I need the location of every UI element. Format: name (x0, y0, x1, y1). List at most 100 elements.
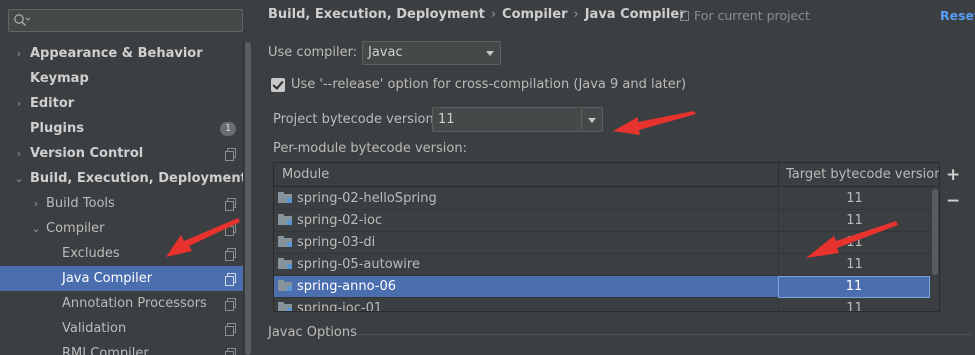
module-folder-icon (278, 236, 292, 247)
breadcrumb-item: Java Compiler (584, 7, 686, 22)
sidebar-item-label: RMI Compiler (62, 346, 149, 355)
sidebar-item-rmi-compiler[interactable]: RMI Compiler (0, 341, 243, 355)
module-cell: spring-ioc-01 (278, 298, 383, 312)
module-cell: spring-anno-06 (278, 276, 396, 298)
project-scope-icon (680, 11, 689, 21)
sidebar-item-editor[interactable]: › Editor (0, 91, 243, 116)
plugin-updates-badge: 1 (220, 122, 236, 136)
sidebar-item-label: Version Control (30, 146, 144, 161)
release-option-label[interactable]: Use '--release' option for cross-compila… (291, 77, 686, 92)
table-row[interactable]: spring-ioc-01 11 (274, 298, 930, 312)
target-version-cell-editing[interactable]: 11 (778, 276, 930, 298)
sidebar-item-build-execution-deployment[interactable]: ⌄ Build, Execution, Deployment (0, 166, 246, 191)
use-compiler-value: Javac (368, 45, 403, 60)
settings-search-input[interactable] (8, 9, 243, 32)
use-compiler-dropdown[interactable]: Javac (362, 41, 501, 65)
module-name: spring-anno-06 (297, 279, 397, 294)
module-cell: spring-02-ioc (278, 210, 382, 232)
chevron-down-icon[interactable]: ⌄ (30, 216, 42, 241)
module-name: spring-03-di (297, 235, 376, 250)
target-version-cell[interactable]: 11 (778, 210, 930, 232)
module-cell: spring-02-helloSpring (278, 188, 437, 210)
sidebar-item-excludes[interactable]: Excludes (0, 241, 243, 266)
sidebar-item-label: Plugins (30, 121, 84, 136)
project-scope-icon (225, 298, 236, 311)
sidebar-item-build-tools[interactable]: › Build Tools (0, 191, 243, 216)
sidebar-item-label: Build Tools (46, 196, 115, 211)
section-divider (356, 334, 972, 335)
sidebar-item-plugins[interactable]: Plugins 1 (0, 116, 243, 141)
project-scope-icon (225, 223, 236, 236)
dropdown-divider (581, 109, 582, 130)
module-bytecode-table: Module Target bytecode version spring-02… (273, 162, 940, 312)
chevron-down-icon (486, 51, 494, 56)
project-scope-icon (225, 323, 236, 336)
add-module-button[interactable]: + (946, 167, 960, 184)
table-row[interactable]: spring-05-autowire 11 (274, 254, 930, 276)
sidebar-item-annotation-processors[interactable]: Annotation Processors (0, 291, 243, 316)
project-bytecode-value: 11 (438, 112, 455, 127)
search-icon (14, 14, 31, 26)
chevron-down-icon (588, 117, 596, 123)
scrollbar-thumb[interactable] (932, 189, 938, 275)
javac-options-title: Javac Options (268, 325, 357, 340)
breadcrumb-item[interactable]: Build, Execution, Deployment (268, 7, 485, 22)
module-cell: spring-05-autowire (278, 254, 420, 276)
module-folder-icon (278, 280, 292, 291)
chevron-down-icon[interactable]: ⌄ (13, 166, 25, 191)
sidebar-item-version-control[interactable]: › Version Control (0, 141, 243, 166)
module-folder-icon (278, 258, 292, 269)
target-version-cell[interactable]: 11 (778, 298, 930, 311)
module-name: spring-02-ioc (297, 213, 383, 228)
project-scope-icon (225, 348, 236, 355)
sidebar-item-label: Compiler (46, 221, 105, 236)
java-compiler-settings-panel: Build, Execution, Deployment › Compiler › Ja… (252, 0, 975, 355)
project-scope-icon (225, 148, 236, 161)
sidebar-item-label: Editor (30, 96, 75, 111)
project-bytecode-label: Project bytecode version: (273, 112, 439, 127)
module-folder-icon (278, 302, 292, 311)
per-module-label: Per-module bytecode version: (273, 141, 467, 156)
target-version-cell[interactable]: 11 (778, 232, 930, 254)
chevron-right-icon[interactable]: › (30, 191, 42, 216)
project-scope-icon (225, 198, 236, 211)
sidebar-item-compiler[interactable]: ⌄ Compiler (0, 216, 243, 241)
sidebar-item-appearance-behavior[interactable]: › Appearance & Behavior (0, 41, 243, 66)
module-name: spring-05-autowire (297, 257, 420, 272)
scrollbar-thumb[interactable] (245, 42, 251, 355)
table-row-selected[interactable]: spring-anno-06 11 (274, 276, 930, 298)
sidebar-item-java-compiler[interactable]: Java Compiler (0, 266, 251, 291)
module-name: spring-ioc-01 (297, 301, 383, 312)
chevron-right-icon[interactable]: › (13, 91, 25, 116)
sidebar-item-label: Validation (62, 321, 127, 336)
table-row[interactable]: spring-02-ioc 11 (274, 210, 930, 232)
breadcrumb-item[interactable]: Compiler (502, 7, 567, 22)
breadcrumb-separator: › (573, 7, 579, 22)
sidebar-item-label: Java Compiler (62, 271, 153, 286)
sidebar-scrollbar[interactable] (243, 40, 251, 355)
breadcrumb: Build, Execution, Deployment › Compiler › Ja… (268, 7, 686, 25)
project-scope-note: For current project (680, 8, 810, 23)
column-header-module[interactable]: Module (274, 163, 778, 187)
table-scrollbar[interactable] (930, 187, 939, 311)
target-version-cell[interactable]: 11 (778, 188, 930, 210)
project-bytecode-dropdown[interactable]: 11 (432, 107, 603, 132)
remove-module-button[interactable]: − (946, 193, 960, 210)
module-folder-icon (278, 214, 292, 225)
use-compiler-label: Use compiler: (268, 45, 358, 60)
module-name: spring-02-helloSpring (297, 191, 437, 206)
module-cell: spring-03-di (278, 232, 375, 254)
sidebar-item-keymap[interactable]: Keymap (0, 66, 243, 91)
settings-sidebar: › Appearance & Behavior Keymap › Editor … (0, 0, 251, 355)
table-row[interactable]: spring-02-helloSpring 11 (274, 188, 930, 210)
reset-link[interactable]: Reset (940, 8, 975, 23)
column-header-target-version[interactable]: Target bytecode version (778, 163, 939, 187)
chevron-right-icon[interactable]: › (13, 41, 25, 66)
target-version-cell[interactable]: 11 (778, 254, 930, 276)
chevron-right-icon[interactable]: › (13, 141, 25, 166)
sidebar-item-validation[interactable]: Validation (0, 316, 243, 341)
sidebar-item-label: Excludes (62, 246, 120, 261)
project-scope-icon (225, 248, 236, 261)
release-option-checkbox[interactable] (271, 78, 285, 92)
table-row[interactable]: spring-03-di 11 (274, 232, 930, 254)
